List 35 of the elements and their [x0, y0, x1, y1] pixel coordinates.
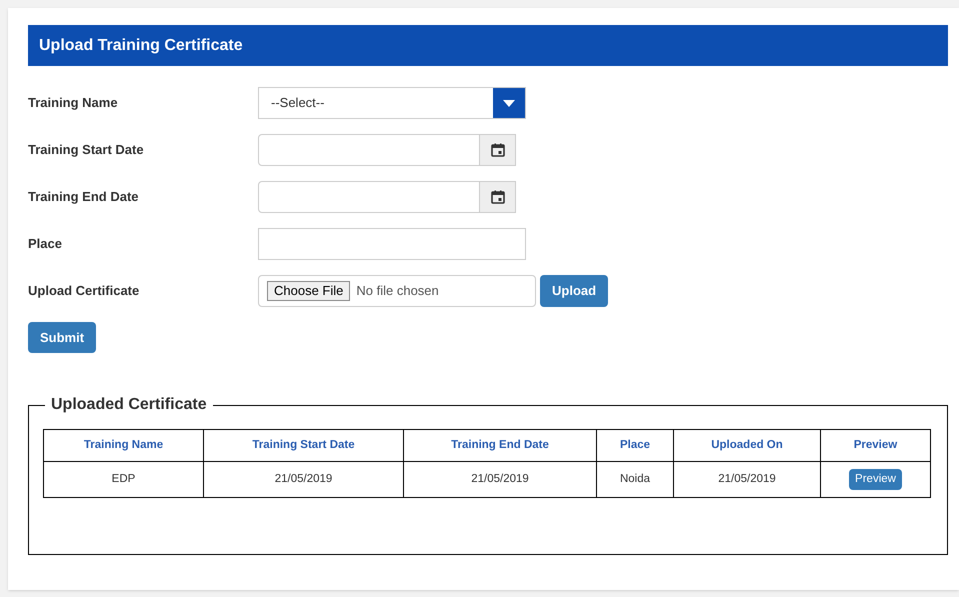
field-label: Upload Certificate	[28, 282, 140, 300]
field-label: Place	[28, 235, 63, 254]
page-title: Upload Training Certificate	[39, 36, 243, 56]
dropdown-toggle[interactable]	[493, 88, 525, 118]
date-input[interactable]	[258, 134, 480, 166]
column-header: Uploaded On	[674, 430, 820, 462]
table-cell: Noida	[596, 462, 674, 498]
dropdown-value: --Select--	[270, 94, 326, 112]
calendar-icon	[490, 143, 504, 157]
caret-icon	[503, 100, 515, 106]
table-cell: 21/05/2019	[404, 462, 596, 498]
place-input[interactable]	[258, 228, 526, 260]
field-label: Training End Date	[28, 188, 140, 206]
section-title: Uploaded Certificate	[50, 395, 208, 415]
calendar-icon	[490, 190, 504, 204]
submit-button[interactable]: Submit	[28, 322, 96, 353]
calendar-button[interactable]	[480, 134, 516, 166]
field-label: Training Start Date	[28, 141, 145, 160]
preview-button[interactable]: Preview	[849, 468, 902, 490]
date-input[interactable]	[258, 181, 480, 213]
column-header: Place	[596, 430, 674, 462]
table-cell: 21/05/2019	[204, 462, 404, 498]
file-input[interactable]: Choose File No file chosen	[258, 275, 536, 307]
table-cell: EDP	[44, 462, 204, 498]
table-cell: 21/05/2019	[674, 462, 820, 498]
column-header: Preview	[820, 430, 930, 462]
choose-file-button[interactable]: Choose File	[267, 281, 350, 301]
column-header: Training End Date	[404, 430, 596, 462]
calendar-button[interactable]	[480, 181, 516, 213]
column-header: Training Name	[44, 430, 204, 462]
training-name-dropdown[interactable]: --Select--	[258, 87, 526, 119]
column-header: Training Start Date	[204, 430, 404, 462]
file-status: No file chosen	[356, 282, 439, 300]
field-label: Training Name	[28, 94, 119, 112]
upload-button[interactable]: Upload	[540, 275, 608, 307]
